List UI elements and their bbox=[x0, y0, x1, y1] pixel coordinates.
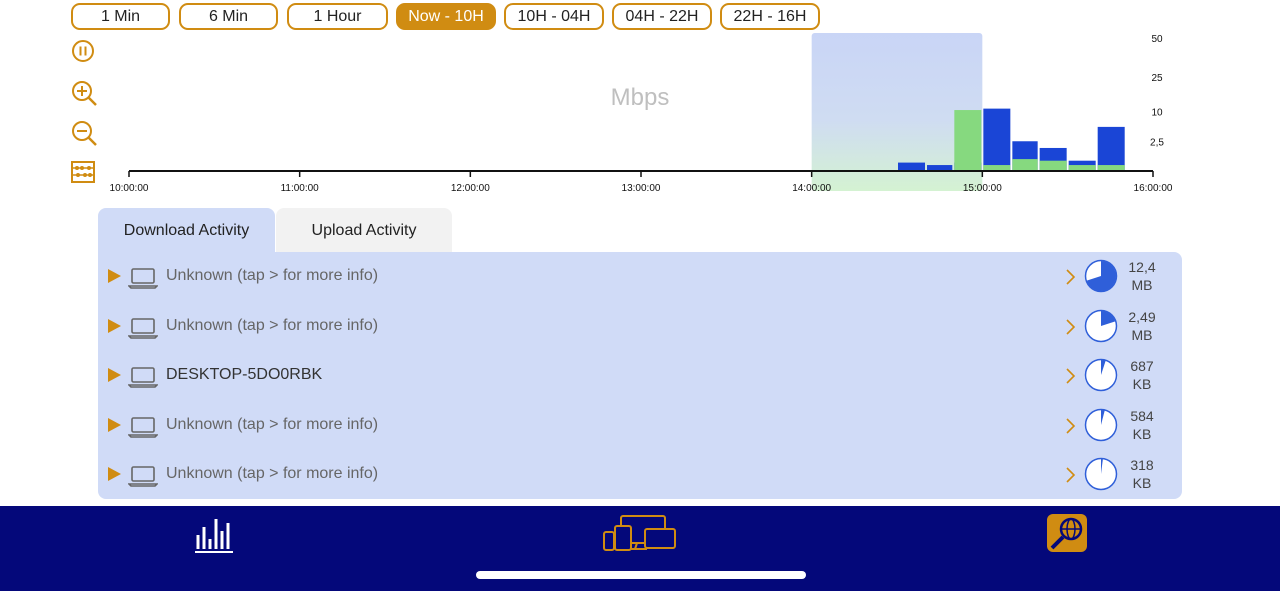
device-name: Unknown (tap > for more info) bbox=[166, 267, 379, 284]
range-1-hour[interactable]: 1 Hour bbox=[287, 3, 388, 30]
laptop-icon bbox=[128, 466, 158, 488]
laptop-icon bbox=[128, 367, 158, 388]
upload-bar bbox=[954, 110, 982, 171]
chevron-right-icon[interactable] bbox=[1064, 317, 1076, 337]
bandwidth-chart: Mbps 10:00:00 11:00:00 12:00:00 13:00:00 14:… bbox=[110, 33, 1173, 194]
download-bar bbox=[1097, 126, 1125, 171]
device-row[interactable]: Unknown (tap > for more info) 12,4 MB bbox=[98, 252, 1182, 301]
size-unit: KB bbox=[1132, 376, 1152, 393]
device-name: Unknown (tap > for more info) bbox=[166, 415, 379, 433]
y-tick-label: 25 bbox=[1151, 73, 1163, 84]
chevron-right-icon[interactable] bbox=[1064, 465, 1076, 485]
range-04h-22h[interactable]: 04H - 22H bbox=[612, 3, 712, 30]
devices-icon[interactable] bbox=[601, 514, 679, 552]
size-value: 12,4 bbox=[1128, 259, 1156, 275]
range-label: 04H - 22H bbox=[625, 7, 699, 25]
usage-pie-icon bbox=[1084, 458, 1118, 491]
size-value: 318 bbox=[1130, 457, 1154, 474]
zoom-out-icon[interactable] bbox=[70, 120, 98, 148]
range-label: 10H - 04H bbox=[517, 7, 591, 25]
data-size: 318 KB bbox=[1122, 456, 1162, 492]
chevron-right-icon[interactable] bbox=[1064, 366, 1076, 386]
range-1-min[interactable]: 1 Min bbox=[71, 3, 170, 30]
x-tick-label: 10:00:00 bbox=[110, 183, 149, 194]
usage-pie-icon bbox=[1084, 309, 1118, 342]
chart-unit-label: Mbps bbox=[611, 84, 670, 111]
size-unit: KB bbox=[1132, 475, 1152, 492]
y-tick-label: 10 bbox=[1151, 108, 1163, 119]
x-tick-label: 13:00:00 bbox=[622, 183, 661, 194]
x-tick-label: 11:00:00 bbox=[281, 183, 320, 194]
upload-bar bbox=[1039, 160, 1067, 171]
network-scan-icon[interactable] bbox=[1046, 513, 1088, 553]
expand-triangle-icon[interactable] bbox=[108, 368, 121, 383]
range-label: 6 Min bbox=[208, 7, 249, 25]
pause-icon[interactable] bbox=[70, 38, 98, 66]
data-size: 687 KB bbox=[1122, 357, 1162, 393]
device-row[interactable]: DESKTOP-5DO0RBK 687 KB bbox=[98, 351, 1182, 400]
expand-triangle-icon[interactable] bbox=[108, 467, 121, 482]
chevron-right-icon[interactable] bbox=[1064, 267, 1076, 287]
range-label: 22H - 16H bbox=[733, 7, 807, 25]
device-name: DESKTOP-5DO0RBK bbox=[166, 366, 323, 384]
data-size: 2,49 MB bbox=[1122, 308, 1162, 344]
laptop-icon bbox=[128, 416, 158, 438]
laptop-icon bbox=[128, 268, 158, 289]
y-tick-label: 50 bbox=[1151, 34, 1163, 45]
range-label: 1 Hour bbox=[313, 7, 362, 25]
data-size: 12,4 MB bbox=[1122, 258, 1162, 294]
x-tick-label: 12:00:00 bbox=[451, 183, 490, 194]
zoom-in-icon[interactable] bbox=[70, 80, 98, 108]
range-label: 1 Min bbox=[100, 7, 141, 25]
usage-pie-icon bbox=[1084, 358, 1118, 392]
bar-chart-icon[interactable] bbox=[194, 513, 234, 555]
abacus-icon[interactable] bbox=[70, 159, 98, 187]
range-now-10h[interactable]: Now - 10H bbox=[396, 3, 496, 30]
upload-bar bbox=[1012, 159, 1038, 171]
app-screen: 1 Min 6 Min 1 Hour Now - 10H 10H - 04H 0… bbox=[0, 0, 1280, 591]
download-bar bbox=[898, 162, 926, 171]
data-size: 584 KB bbox=[1122, 407, 1162, 443]
size-value: 584 bbox=[1130, 407, 1154, 424]
tab-label: Upload Activity bbox=[311, 221, 417, 239]
size-value: 687 bbox=[1130, 358, 1154, 375]
y-tick-label: 2,5 bbox=[1150, 137, 1164, 148]
x-tick-label: 14:00:00 bbox=[792, 183, 831, 194]
expand-triangle-icon[interactable] bbox=[108, 269, 121, 283]
chevron-right-icon[interactable] bbox=[1064, 416, 1076, 436]
usage-pie-icon bbox=[1084, 408, 1118, 442]
device-name: Unknown (tap > for more info) bbox=[166, 465, 379, 483]
expand-triangle-icon[interactable] bbox=[108, 318, 121, 333]
size-value: 2,49 bbox=[1128, 308, 1156, 325]
device-name: Unknown (tap > for more info) bbox=[166, 316, 379, 334]
x-tick-label: 15:00:00 bbox=[963, 183, 1002, 194]
range-22h-16h[interactable]: 22H - 16H bbox=[720, 3, 820, 30]
size-unit: MB bbox=[1131, 326, 1153, 343]
range-6-min[interactable]: 6 Min bbox=[179, 3, 278, 30]
range-label: Now - 10H bbox=[408, 7, 484, 25]
home-indicator[interactable] bbox=[476, 571, 806, 579]
device-row[interactable]: Unknown (tap > for more info) 2,49 MB bbox=[98, 302, 1182, 351]
size-unit: MB bbox=[1131, 277, 1153, 293]
range-10h-04h[interactable]: 10H - 04H bbox=[504, 3, 604, 30]
tab-download-activity[interactable]: Download Activity bbox=[98, 208, 275, 253]
expand-triangle-icon[interactable] bbox=[108, 417, 121, 432]
tab-upload-activity[interactable]: Upload Activity bbox=[276, 208, 452, 253]
device-row[interactable]: Unknown (tap > for more info) 584 KB bbox=[98, 401, 1182, 450]
device-activity-list: Unknown (tap > for more info) 12,4 MB Unkno… bbox=[98, 252, 1182, 499]
usage-pie-icon bbox=[1084, 259, 1118, 293]
download-bar bbox=[983, 108, 1011, 171]
x-tick-label: 16:00:00 bbox=[1134, 183, 1173, 194]
tab-label: Download Activity bbox=[123, 221, 250, 239]
size-unit: KB bbox=[1132, 425, 1152, 442]
laptop-icon bbox=[128, 317, 158, 339]
device-row[interactable]: Unknown (tap > for more info) 318 KB bbox=[98, 450, 1182, 499]
